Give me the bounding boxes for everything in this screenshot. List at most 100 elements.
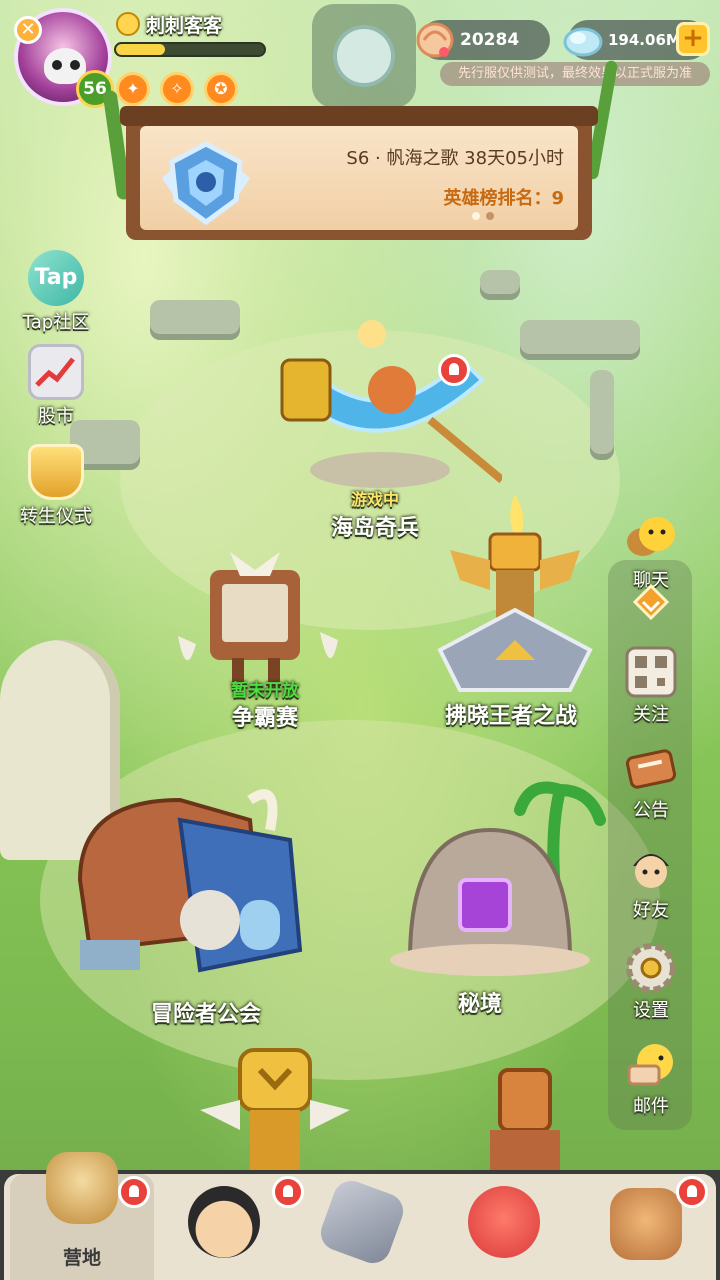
left-menu-reincarnation[interactable]: 转生仪式: [8, 444, 104, 528]
floating-joystick-button[interactable]: [312, 4, 416, 108]
nav-tab-shop[interactable]: [574, 1174, 718, 1280]
board-beam: [120, 106, 598, 126]
test-server-notice: 先行服仅供测试，最终效果以正式服为准: [440, 62, 710, 86]
stock-chart-graphic: [35, 357, 75, 387]
nav-tab-label: 营地: [62, 1247, 101, 1269]
arena-statue-graphic: [490, 1068, 560, 1170]
player-name-row[interactable]: 刺刺客客: [116, 10, 222, 38]
buff-icon-2[interactable]: ✧: [160, 72, 194, 106]
right-menu-collapse[interactable]: [612, 580, 690, 636]
gem-amount: 194.06M: [608, 31, 681, 49]
avatar-eye: [52, 60, 62, 70]
right-menu-label: 设置: [633, 1000, 669, 1021]
left-menu-label: 股市: [38, 406, 74, 427]
collapse-chevron-icon: [623, 580, 679, 636]
arena-building[interactable]: [460, 1050, 590, 1170]
dawn-king-battle-label: 拂晓王者之战: [444, 704, 577, 729]
contest-status: 暂未开放: [231, 681, 299, 701]
right-menu-label: 公告: [633, 800, 669, 821]
left-menu-stock[interactable]: 股市: [8, 344, 104, 428]
stone-ruin: [480, 270, 520, 300]
camp-icon: [46, 1152, 118, 1224]
mail-bird-graphic: [627, 1044, 673, 1086]
right-menu-label: 邮件: [633, 1096, 669, 1117]
island-raid-ship-graphic: [280, 320, 505, 488]
reincarnation-trophy-icon: [28, 444, 84, 500]
season-rank-emblem-icon: [162, 141, 250, 226]
shell-icon: [416, 22, 454, 58]
right-menu-label: 好友: [633, 900, 669, 921]
island-raid-building[interactable]: [262, 320, 505, 500]
exp-progress-fill: [116, 44, 165, 55]
stone-ruin: [590, 370, 614, 460]
bottom-nav-bar: 营地: [0, 1152, 720, 1280]
right-menu-mail[interactable]: 邮件: [612, 1036, 690, 1118]
right-menu-friends[interactable]: 好友: [612, 840, 690, 922]
buff-icon-1[interactable]: ✦: [116, 72, 150, 106]
chat-bubble-graphic: [627, 517, 675, 556]
right-menu-announcement[interactable]: 公告: [612, 740, 690, 822]
hero-icon: [188, 1186, 260, 1258]
friend-face-graphic: [633, 854, 669, 888]
pet-dragon-icon: [468, 1186, 540, 1258]
contest-signboard-graphic: [178, 552, 338, 688]
island-raid-alert-icon: [438, 354, 470, 386]
right-menu-settings[interactable]: 设置: [612, 940, 690, 1022]
contest-label: 争霸赛: [231, 706, 298, 731]
nav-tab-battle[interactable]: [290, 1174, 434, 1280]
gem-cloud-icon: [563, 27, 603, 57]
secret-realm-label: 秘境: [457, 992, 502, 1017]
secret-realm-portal-graphic: [390, 781, 606, 976]
dawn-king-battle-building[interactable]: [420, 490, 610, 700]
bottom-nav-panel: 营地: [4, 1152, 718, 1280]
avatar-eye: [70, 60, 80, 70]
scroll-graphic: [625, 749, 677, 789]
nav-tab-pet[interactable]: [432, 1174, 576, 1280]
left-menu-tap[interactable]: Tap Tap社区: [8, 250, 104, 334]
right-menu-label: 关注: [633, 704, 669, 725]
chevron-graphic: [632, 583, 670, 621]
adventurer-guild-label: 冒险者公会: [150, 1002, 261, 1027]
mail-bird-icon: [623, 1036, 679, 1092]
hero-rank: 英雄榜排名：9: [443, 188, 564, 209]
exp-progress-bar: [114, 42, 266, 57]
adventurer-guild-building[interactable]: [60, 780, 320, 990]
season-board[interactable]: S6 · 帆海之歌 38天05小时 英雄榜排名：9: [120, 106, 598, 240]
joystick-knob: [333, 25, 395, 87]
shell-amount: 20284: [460, 30, 520, 50]
tap-icon: Tap: [28, 250, 84, 306]
announcement-scroll-icon: [623, 740, 679, 796]
nav-tab-camp[interactable]: 营地: [10, 1152, 154, 1280]
totem-graphic: [200, 1048, 350, 1180]
friends-icon: [623, 840, 679, 896]
add-currency-button[interactable]: +: [676, 22, 710, 56]
shop-alert-icon: [676, 1176, 708, 1208]
buff-icon-3[interactable]: ✪: [204, 72, 238, 106]
chat-icon: [623, 510, 679, 566]
secret-realm-building[interactable]: [380, 770, 610, 980]
shop-tribe-icon: [610, 1188, 682, 1260]
page-dot: [486, 212, 494, 220]
season-page-dots: [472, 212, 494, 220]
left-menu-label: Tap社区: [22, 312, 90, 333]
contest-building[interactable]: [170, 540, 340, 690]
dawn-king-tower-graphic: [437, 494, 593, 692]
battle-sword-icon: [315, 1175, 409, 1269]
player-name: 刺刺客客: [146, 14, 223, 37]
totem-building[interactable]: [190, 1040, 360, 1180]
avatar-frame-badge-icon: ✕: [14, 16, 42, 44]
guild-house-graphic: [77, 789, 303, 973]
gem-currency[interactable]: 194.06M +: [563, 20, 710, 60]
nav-tab-hero[interactable]: [152, 1174, 304, 1280]
right-menu-follow[interactable]: 关注: [612, 644, 690, 726]
camp-alert-icon: [118, 1176, 150, 1208]
left-menu-label: 转生仪式: [20, 506, 92, 527]
qr-graphic: [625, 646, 677, 698]
stock-chart-icon: [28, 344, 84, 400]
shell-currency[interactable]: 20284: [416, 20, 550, 60]
qr-code-icon: [623, 644, 679, 700]
emoji-status-icon: [116, 12, 140, 36]
gear-icon: [623, 940, 679, 996]
page-dot: [472, 212, 480, 220]
gear-graphic: [626, 943, 676, 993]
